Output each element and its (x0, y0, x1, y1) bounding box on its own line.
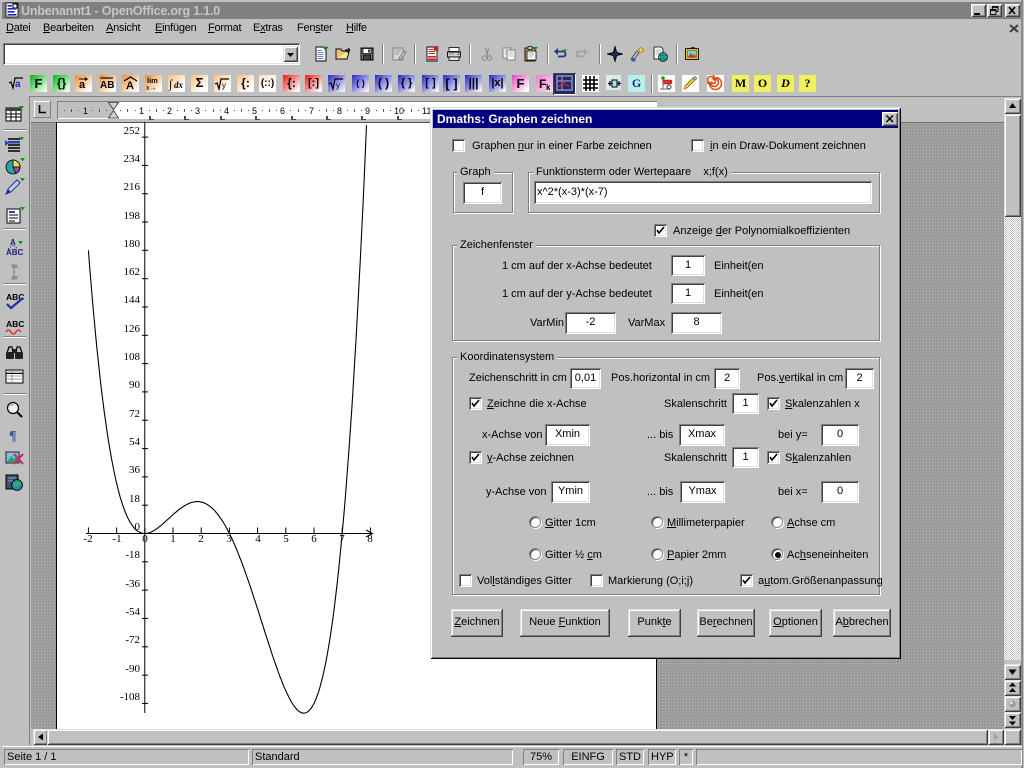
svg-text:y: y (222, 81, 226, 90)
svg-text:A: A (10, 238, 16, 247)
svg-text:x→: x→ (146, 85, 157, 92)
svg-text:ABC: ABC (6, 248, 24, 257)
svg-text:k: k (546, 83, 551, 92)
svg-text:∫: ∫ (168, 77, 173, 91)
svg-text:AB: AB (100, 80, 114, 91)
svg-text:¶: ¶ (9, 429, 17, 444)
svg-text:A: A (126, 80, 134, 92)
svg-text:ABC: ABC (6, 319, 24, 329)
svg-text:dx: dx (174, 80, 184, 90)
svg-text:y: y (336, 81, 340, 90)
svg-text:lim: lim (147, 76, 158, 85)
svg-text:a: a (79, 79, 86, 91)
svg-text:a: a (15, 79, 21, 90)
